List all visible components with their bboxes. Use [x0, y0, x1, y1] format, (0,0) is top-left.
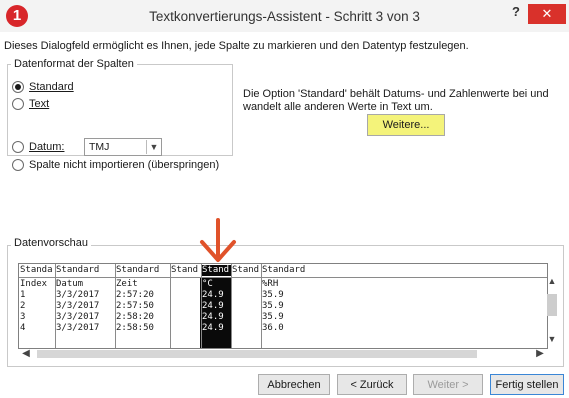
preview-cell: 3/3/2017	[56, 323, 100, 333]
preview-cell: 3/3/2017	[56, 290, 100, 300]
preview-cell: 35.9	[262, 301, 284, 311]
back-button[interactable]: < Zurück	[337, 374, 407, 395]
help-button[interactable]: ?	[506, 4, 526, 24]
column-header[interactable]: Stand	[202, 265, 231, 276]
column-header[interactable]: Standa	[20, 265, 55, 276]
more-button[interactable]: Weitere...	[367, 114, 445, 136]
column-header[interactable]: Standard	[262, 265, 352, 276]
preview-cell: 24.9	[202, 312, 224, 322]
vertical-scroll-thumb[interactable]	[547, 294, 557, 316]
radio-indicator[interactable]	[12, 80, 24, 93]
column-header[interactable]: Standard	[116, 265, 170, 276]
radio-date[interactable]: Datum:	[12, 139, 64, 154]
scroll-right-icon[interactable]: ▶	[533, 348, 547, 360]
preview-cell: %RH	[262, 279, 279, 289]
preview-cell: 24.9	[202, 290, 224, 300]
annotation-arrow-icon	[200, 218, 236, 262]
preview-cell: 4	[20, 323, 26, 333]
title-bar: 1 Textkonvertierungs-Assistent - Schritt…	[0, 0, 569, 32]
preview-cell: 2	[20, 301, 26, 311]
window-title: Textkonvertierungs-Assistent - Schritt 3…	[149, 9, 420, 24]
chevron-down-icon[interactable]: ▼	[146, 140, 161, 154]
close-button[interactable]: ✕	[528, 4, 566, 24]
preview-cell: 24.9	[202, 323, 224, 333]
radio-date-label: Datum:	[29, 140, 65, 153]
preview-cell: 3/3/2017	[56, 312, 100, 322]
horizontal-scrollbar[interactable]: ◀ ▶	[19, 348, 547, 360]
column-header[interactable]: Stand	[232, 265, 261, 276]
radio-skip-column[interactable]: Spalte nicht importieren (überspringen)	[12, 157, 219, 172]
date-format-select[interactable]: TMJ ▼	[84, 138, 162, 156]
preview-cell: 2:57:50	[116, 301, 154, 311]
radio-text[interactable]: Text	[12, 96, 49, 111]
preview-cell: 35.9	[262, 290, 284, 300]
cancel-button[interactable]: Abbrechen	[258, 374, 330, 395]
preview-cell: 2:58:50	[116, 323, 154, 333]
data-preview-grid[interactable]: Standa Standard Standard Stand Stand Stand Sta…	[18, 263, 548, 349]
radio-standard-label: Standard	[29, 80, 74, 93]
horizontal-scroll-thumb[interactable]	[37, 350, 477, 358]
preview-cell: 2:57:20	[116, 290, 154, 300]
radio-indicator[interactable]	[12, 158, 24, 171]
dialog-description: Dieses Dialogfeld ermöglicht es Ihnen, j…	[4, 40, 469, 52]
column-header[interactable]: Stand	[171, 265, 201, 276]
finish-button[interactable]: Fertig stellen	[490, 374, 564, 395]
standard-info-text: Die Option 'Standard' behält Datums- und…	[243, 88, 549, 113]
preview-cell: Zeit	[116, 279, 138, 289]
date-format-value: TMJ	[89, 141, 110, 153]
scroll-left-icon[interactable]: ◀	[19, 348, 33, 360]
preview-cell: 24.9	[202, 301, 224, 311]
radio-indicator[interactable]	[12, 140, 24, 153]
preview-cell: 1	[20, 290, 26, 300]
scroll-down-icon[interactable]: ▼	[545, 334, 559, 346]
radio-indicator[interactable]	[12, 97, 24, 110]
preview-cell: 3/3/2017	[56, 301, 100, 311]
preview-cell: 36.0	[262, 323, 284, 333]
vertical-scrollbar[interactable]: ▲ ▼	[545, 276, 559, 348]
column-header[interactable]: Standard	[56, 265, 114, 276]
column-format-legend: Datenformat der Spalten	[11, 58, 137, 70]
scroll-up-icon[interactable]: ▲	[545, 276, 559, 288]
preview-cell: Datum	[56, 279, 84, 289]
preview-cell: 3	[20, 312, 26, 322]
next-button[interactable]: Weiter >	[413, 374, 483, 395]
preview-cell: Index	[20, 279, 48, 289]
radio-standard[interactable]: Standard	[12, 79, 74, 94]
preview-cell: 2:58:20	[116, 312, 154, 322]
data-preview-legend: Datenvorschau	[11, 237, 91, 249]
radio-text-label: Text	[29, 97, 50, 110]
preview-cell: 35.9	[262, 312, 284, 322]
preview-cell: °C	[202, 279, 213, 289]
radio-skip-label: Spalte nicht importieren (überspringen)	[29, 158, 220, 171]
